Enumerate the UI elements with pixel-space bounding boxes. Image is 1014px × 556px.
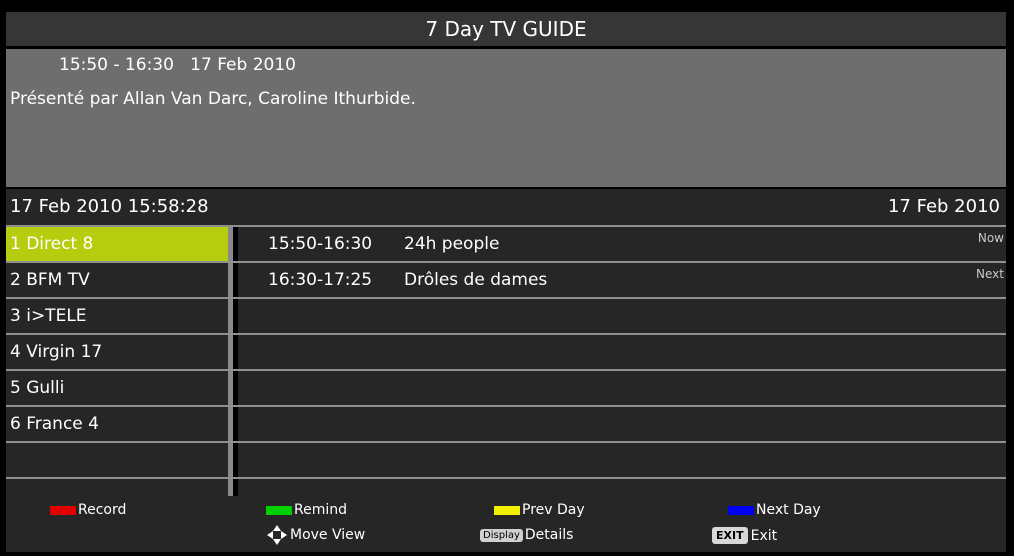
- yellow-key-icon: [494, 505, 520, 515]
- next-day-label: Next Day: [756, 502, 821, 518]
- remind-key[interactable]: Remind: [266, 502, 347, 518]
- guide-row[interactable]: 6 France 4: [6, 405, 1006, 441]
- guide-row[interactable]: 1 Direct 8 15:50-16:30 24h people Now: [6, 225, 1006, 261]
- exit-label: Exit: [750, 527, 778, 544]
- channel-item-4[interactable]: 4 Virgin 17: [6, 335, 233, 369]
- program-date: 17 Feb 2010: [190, 55, 296, 75]
- exit-key[interactable]: EXIT Exit: [712, 527, 777, 544]
- tv-guide-screen: 7 Day TV GUIDE 15:50 - 16:30 17 Feb 2010…: [0, 0, 1014, 556]
- guide-grid: 1 Direct 8 15:50-16:30 24h people Now 2 …: [6, 225, 1006, 515]
- prev-day-label: Prev Day: [522, 502, 585, 518]
- program-cell[interactable]: 15:50-16:30 24h people Now: [238, 227, 1006, 261]
- exit-button-icon: EXIT: [712, 527, 748, 544]
- move-view-key[interactable]: Move View: [266, 524, 365, 546]
- guide-row[interactable]: 2 BFM TV 16:30-17:25 Drôles de dames Nex…: [6, 261, 1006, 297]
- directional-arrows-icon: [267, 525, 287, 545]
- details-key[interactable]: Display Details: [480, 527, 573, 543]
- guide-row[interactable]: 5 Gulli: [6, 369, 1006, 405]
- move-view-label: Move View: [290, 527, 366, 543]
- program-name: Drôles de dames: [404, 270, 548, 290]
- program-cell[interactable]: 16:30-17:25 Drôles de dames Next: [238, 263, 1006, 297]
- guide-row[interactable]: 4 Virgin 17: [6, 333, 1006, 369]
- guide-row[interactable]: [6, 441, 1006, 477]
- channel-item-empty[interactable]: [6, 443, 233, 477]
- program-name: 24h people: [404, 234, 500, 254]
- program-cell[interactable]: [238, 335, 1006, 369]
- record-key[interactable]: Record: [50, 502, 126, 518]
- prev-day-key[interactable]: Prev Day: [494, 502, 585, 518]
- guide-title: 7 Day TV GUIDE: [6, 12, 1006, 46]
- date-bar: 17 Feb 2010 15:58:28 17 Feb 2010: [6, 189, 1006, 225]
- program-cell[interactable]: [238, 443, 1006, 477]
- blue-key-icon: [728, 505, 754, 515]
- program-time-range: 15:50 - 16:30: [59, 55, 174, 75]
- program-time-info: 15:50 - 16:30 17 Feb 2010: [59, 55, 296, 75]
- next-day-key[interactable]: Next Day: [728, 502, 821, 518]
- next-tag: Next: [976, 267, 1004, 281]
- program-cell[interactable]: [238, 407, 1006, 441]
- remind-label: Remind: [294, 502, 347, 518]
- details-label: Details: [524, 527, 574, 543]
- channel-item-2[interactable]: 2 BFM TV: [6, 263, 233, 297]
- program-cell[interactable]: [238, 299, 1006, 333]
- green-key-icon: [266, 505, 292, 515]
- current-datetime: 17 Feb 2010 15:58:28: [10, 196, 209, 217]
- red-key-icon: [50, 505, 76, 515]
- display-button-icon: Display: [480, 528, 523, 542]
- channel-item-6[interactable]: 6 France 4: [6, 407, 233, 441]
- now-tag: Now: [977, 231, 1004, 245]
- channel-item-5[interactable]: 5 Gulli: [6, 371, 233, 405]
- program-description: Présenté par Allan Van Darc, Caroline It…: [10, 89, 416, 109]
- program-info-panel: 15:50 - 16:30 17 Feb 2010 Présenté par A…: [6, 49, 1006, 187]
- program-cell[interactable]: [238, 371, 1006, 405]
- program-time: 15:50-16:30: [268, 234, 373, 254]
- guide-row[interactable]: 3 i>TELE: [6, 297, 1006, 333]
- guide-day: 17 Feb 2010: [887, 196, 1000, 217]
- channel-item-3[interactable]: 3 i>TELE: [6, 299, 233, 333]
- record-label: Record: [78, 502, 127, 518]
- channel-item-1[interactable]: 1 Direct 8: [6, 227, 233, 261]
- key-legend: Record Remind Prev Day Next Day Move Vie…: [6, 496, 1006, 552]
- program-time: 16:30-17:25: [268, 270, 373, 290]
